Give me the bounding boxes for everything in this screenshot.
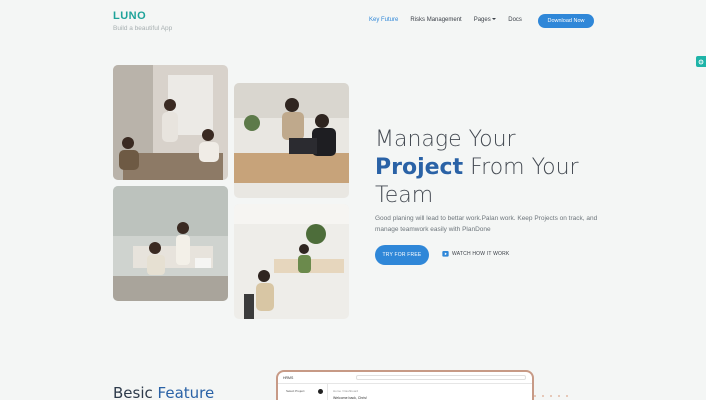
features-heading-start: Besic <box>113 384 158 400</box>
brand-tagline: Build a beautiful App <box>113 25 173 32</box>
nav-item-risks-management[interactable]: Risks Management <box>410 17 461 23</box>
watch-how-it-works-link[interactable]: WATCH HOW IT WORK <box>442 250 509 257</box>
preview-welcome-title: Welcome back, Chris! <box>333 396 367 400</box>
nav-item-docs[interactable]: Docs <box>508 17 522 23</box>
main-nav: Key Future Risks Management Pages Docs <box>369 17 534 23</box>
try-for-free-button[interactable]: TRY FOR FREE <box>375 245 429 265</box>
settings-toggle[interactable] <box>696 56 706 67</box>
headline-line-2-rest: From Your <box>463 155 579 180</box>
nav-item-pages-label: Pages <box>473 17 491 23</box>
preview-topbar: HRMS <box>278 372 532 384</box>
preview-breadcrumb: Home / Dashboard <box>333 389 359 393</box>
preview-sidebar-item: Select Project <box>286 389 305 393</box>
brand-logo[interactable]: LUNO <box>113 10 146 22</box>
preview-add-icon <box>318 389 323 394</box>
team-photo-workspace <box>234 204 349 319</box>
play-icon <box>442 251 449 257</box>
nav-item-pages[interactable]: Pages <box>474 17 497 23</box>
features-heading-highlight: Feature <box>157 384 215 400</box>
team-photo-office <box>113 65 228 180</box>
headline-line-3: Team <box>375 183 434 208</box>
team-photo-glass-room <box>113 186 228 301</box>
headline-line-2: Project From Your <box>375 154 579 182</box>
preview-sidebar: Select Project <box>278 384 328 400</box>
headline-line-1: Manage Your <box>375 127 516 152</box>
team-photo-meeting <box>234 83 349 198</box>
headline-highlight: Project <box>375 155 464 180</box>
hero-headline: Manage Your Project From Your Team <box>375 126 579 210</box>
hero-subtext: Good planing will lead to bettar work.Pa… <box>375 215 598 233</box>
nav-item-key-future[interactable]: Key Future <box>369 17 398 23</box>
preview-logo: HRMS <box>283 376 294 380</box>
download-now-button[interactable]: Download Now <box>538 14 594 28</box>
decorative-dots <box>534 395 574 397</box>
caret-down-icon <box>492 18 497 21</box>
gear-icon <box>698 59 704 64</box>
preview-search-bar <box>356 375 526 380</box>
app-preview-mockup: HRMS Select Project Home / Dashboard Wel… <box>276 370 534 400</box>
watch-label: WATCH HOW IT WORK <box>452 250 510 257</box>
features-heading: Besic Feature <box>113 384 214 400</box>
